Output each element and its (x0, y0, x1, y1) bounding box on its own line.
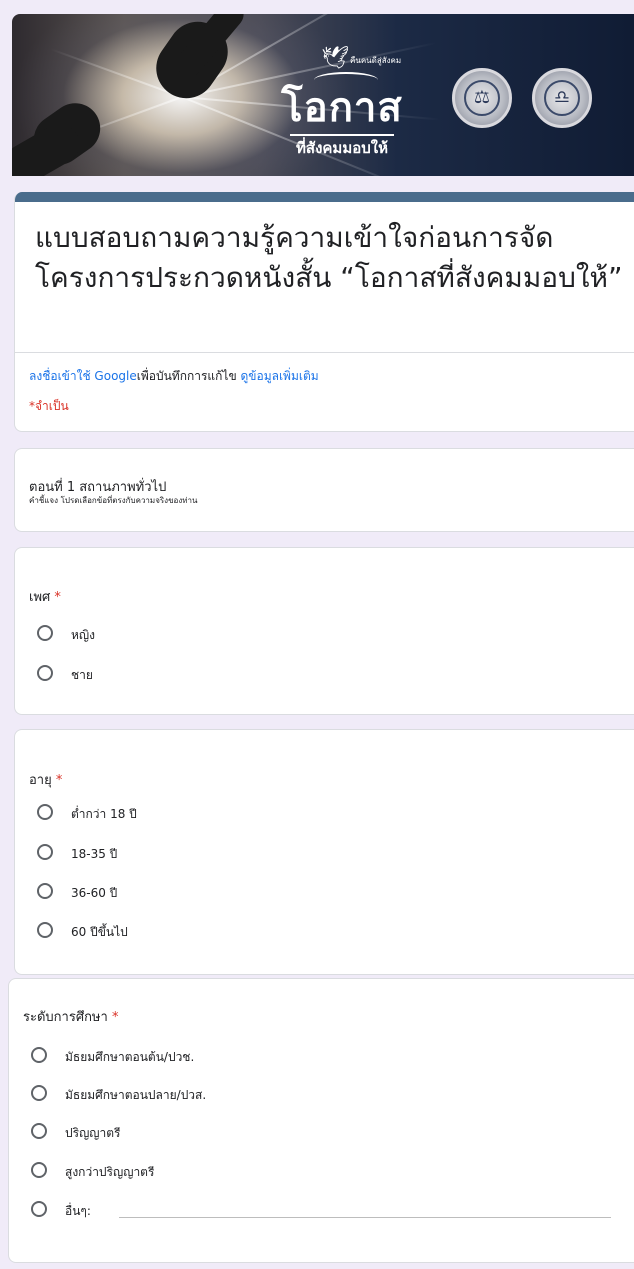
ministry-seal-icon: ⚖ (452, 68, 512, 128)
theme-color-bar (15, 192, 634, 202)
radio-button[interactable] (37, 883, 53, 899)
logo-title: โอกาส (281, 84, 403, 131)
section-header-card: ตอนที่ 1 สถานภาพทั่วไป คำชี้แจง โปรดเลือ… (14, 448, 634, 532)
radio-button[interactable] (37, 804, 53, 820)
form-title-card: แบบสอบถามความรู้ความเข้าใจก่อนการจัดโครง… (14, 192, 634, 432)
question-age-card: อายุ * ต่ำกว่า 18 ปี 18-35 ปี 36-60 ปี 6… (14, 729, 634, 975)
signin-notice: ลงชื่อเข้าใช้ Googleเพื่อบันทึกการแก้ไข … (29, 367, 319, 386)
logo-subtitle: ที่สังคมมอบให้ (296, 139, 388, 157)
question-label: เพศ * (29, 590, 61, 605)
radio-button[interactable] (37, 844, 53, 860)
question-education-card: ระดับการศึกษา * มัธยมศึกษาตอนต้น/ปวช. มั… (8, 978, 634, 1263)
section-description: คำชี้แจง โปรดเลือกข้อที่ตรงกับความจริงขอ… (29, 496, 198, 505)
radio-button[interactable] (37, 625, 53, 641)
required-note: *จำเป็น (29, 399, 69, 413)
logo-tagline: คืนคนดีสู่สังคม (350, 56, 402, 65)
radio-button[interactable] (31, 1162, 47, 1178)
question-label: อายุ * (29, 773, 63, 788)
department-seal-icon: ♎ (532, 68, 592, 128)
dove-icon: 🕊 (321, 46, 349, 71)
learn-more-link[interactable]: ดูข้อมูลเพิ่มเติม (240, 369, 318, 383)
other-text-input[interactable] (119, 1217, 611, 1218)
campaign-logo: 🕊 คืนคนดีสู่สังคม โอกาส ที่สังคมมอบให้ (272, 44, 412, 174)
radio-button[interactable] (37, 665, 53, 681)
signin-text: เพื่อบันทึกการแก้ไข (136, 369, 237, 383)
radio-button[interactable] (31, 1123, 47, 1139)
question-label: ระดับการศึกษา * (23, 1010, 119, 1025)
question-gender-card: เพศ * หญิง ชาย (14, 547, 634, 715)
radio-button[interactable] (31, 1201, 47, 1217)
signin-link[interactable]: ลงชื่อเข้าใช้ Google (29, 369, 137, 383)
form-title: แบบสอบถามความรู้ความเข้าใจก่อนการจัดโครง… (35, 221, 623, 294)
radio-button[interactable] (31, 1047, 47, 1063)
header-banner-image: 🕊 คืนคนดีสู่สังคม โอกาส ที่สังคมมอบให้ ⚖… (12, 14, 634, 176)
radio-option-other[interactable]: อื่นๆ: (31, 1201, 621, 1221)
radio-button[interactable] (31, 1085, 47, 1101)
radio-button[interactable] (37, 922, 53, 938)
